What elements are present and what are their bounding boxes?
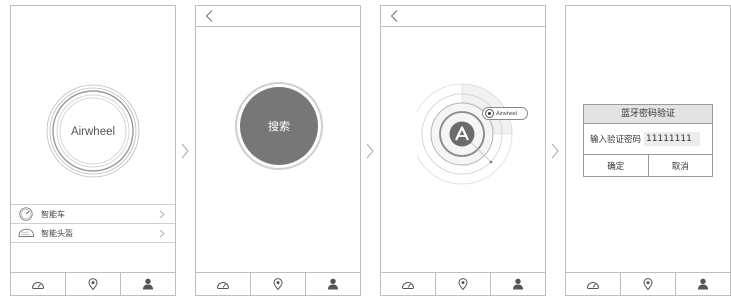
speedometer-icon (587, 281, 599, 289)
tab-user[interactable] (491, 273, 545, 295)
device-item-label: 智能车 (41, 209, 65, 219)
location-pin-icon (643, 278, 653, 290)
chevron-right-icon (159, 210, 165, 219)
device-item-label: 智能头盔 (41, 228, 73, 238)
helmet-icon (18, 228, 34, 237)
pairing-dialog: 蓝牙密码验证 输入验证密码 确定 取消 (583, 104, 713, 177)
flow-arrow-icon (366, 143, 374, 159)
tab-dashboard[interactable] (566, 273, 621, 295)
speedometer-icon (32, 281, 44, 289)
tab-bar (11, 272, 175, 295)
tab-dashboard[interactable] (196, 273, 251, 295)
tab-location[interactable] (251, 273, 306, 295)
speedometer-icon (19, 207, 33, 221)
user-icon (513, 278, 523, 290)
chevron-right-icon (159, 229, 165, 238)
dialog-title: 蓝牙密码验证 (584, 105, 712, 124)
svg-text:Airwheel: Airwheel (71, 126, 115, 138)
airwheel-a-icon (449, 121, 475, 147)
location-pin-icon (458, 278, 468, 290)
flow-arrow-icon (181, 143, 189, 159)
speedometer-icon (217, 281, 229, 289)
search-button[interactable]: 搜索 (240, 87, 318, 165)
tab-bar (381, 272, 545, 295)
flow-arrow-icon (551, 143, 559, 159)
tab-user[interactable] (676, 273, 730, 295)
dialog-body: 输入验证密码 (584, 124, 712, 155)
back-arrow-icon[interactable] (388, 9, 402, 23)
speedometer-icon (402, 281, 414, 289)
top-bar (196, 6, 360, 27)
user-icon (698, 278, 708, 290)
tab-dashboard[interactable] (381, 273, 436, 295)
screen-search: 搜索 (195, 5, 361, 296)
location-pin-icon (88, 278, 98, 290)
tab-location[interactable] (436, 273, 491, 295)
location-pin-icon (273, 278, 283, 290)
device-list: 智能车 智能头盔 (11, 204, 175, 243)
found-device-label: Airwheel (496, 110, 518, 117)
user-icon (328, 278, 338, 290)
device-item-smart-helmet[interactable]: 智能头盔 (11, 224, 175, 243)
found-device-tag[interactable]: Airwheel (482, 107, 528, 120)
screen-scanning: Airwheel (380, 5, 546, 296)
tab-dashboard[interactable] (11, 273, 66, 295)
top-bar (381, 6, 545, 27)
screen-home: Airwheel 智能车 智能头盔 (10, 5, 176, 296)
cancel-button[interactable]: 取消 (649, 155, 713, 176)
search-button-ring: 搜索 (235, 82, 323, 170)
confirm-button[interactable]: 确定 (584, 155, 649, 176)
radar-scan-graphic (417, 83, 513, 185)
tab-user[interactable] (121, 273, 175, 295)
screen-bluetooth-pairing: 蓝牙密码验证 输入验证密码 确定 取消 (565, 5, 731, 296)
tab-location[interactable] (66, 273, 121, 295)
dialog-actions: 确定 取消 (584, 155, 712, 176)
tab-user[interactable] (306, 273, 360, 295)
tab-bar (566, 272, 730, 295)
device-item-smart-vehicle[interactable]: 智能车 (11, 205, 175, 224)
user-icon (143, 278, 153, 290)
device-dot-icon (485, 109, 494, 118)
tab-bar (196, 272, 360, 295)
password-input[interactable] (644, 132, 701, 146)
tab-location[interactable] (621, 273, 676, 295)
airwheel-logo: Airwheel (46, 84, 140, 178)
password-label: 输入验证密码 (590, 135, 642, 145)
back-arrow-icon[interactable] (203, 9, 217, 23)
